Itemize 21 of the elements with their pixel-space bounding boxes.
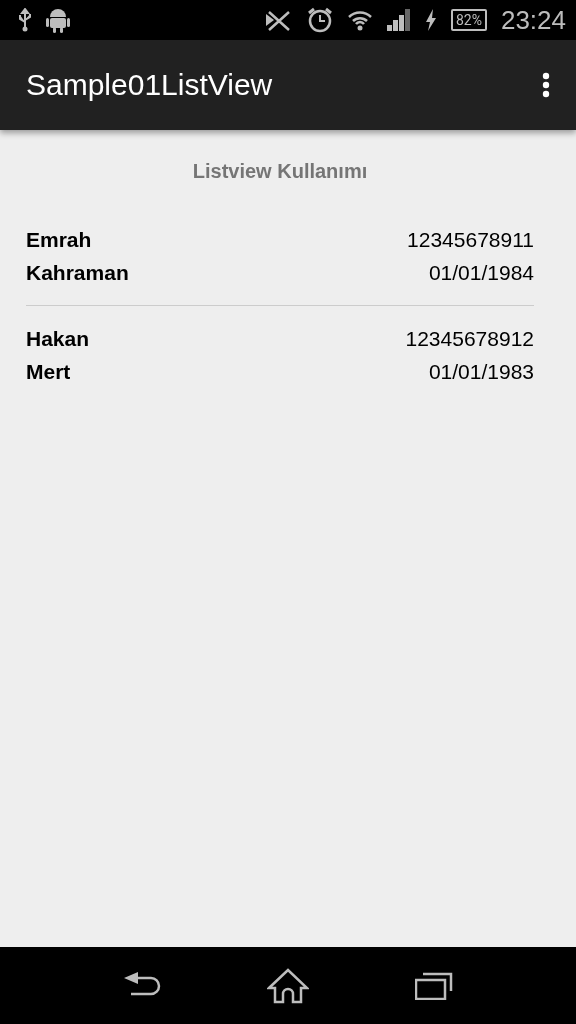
alarm-icon [306, 7, 333, 33]
birth-date: 01/01/1984 [427, 260, 534, 286]
id-number: 12345678912 [405, 326, 534, 352]
overflow-menu-icon[interactable] [542, 72, 550, 98]
usb-icon [18, 8, 32, 32]
birth-date: 01/01/1983 [427, 359, 534, 385]
first-name: Emrah [26, 227, 93, 253]
id-number: 12345678911 [407, 227, 534, 253]
last-name: Kahraman [26, 260, 129, 286]
home-icon[interactable] [267, 967, 309, 1004]
first-name: Hakan [26, 326, 90, 352]
android-icon [46, 7, 70, 33]
last-name: Mert [26, 359, 72, 385]
clock: 23:24 [500, 4, 566, 36]
list-header: Listview Kullanımı [191, 160, 369, 183]
app-title: Sample01ListView [26, 68, 274, 102]
battery-level: 82% [450, 9, 487, 31]
signal-icon [386, 9, 411, 31]
wifi-icon [346, 9, 373, 31]
recent-apps-icon[interactable] [415, 971, 453, 1000]
charging-icon [424, 9, 437, 31]
